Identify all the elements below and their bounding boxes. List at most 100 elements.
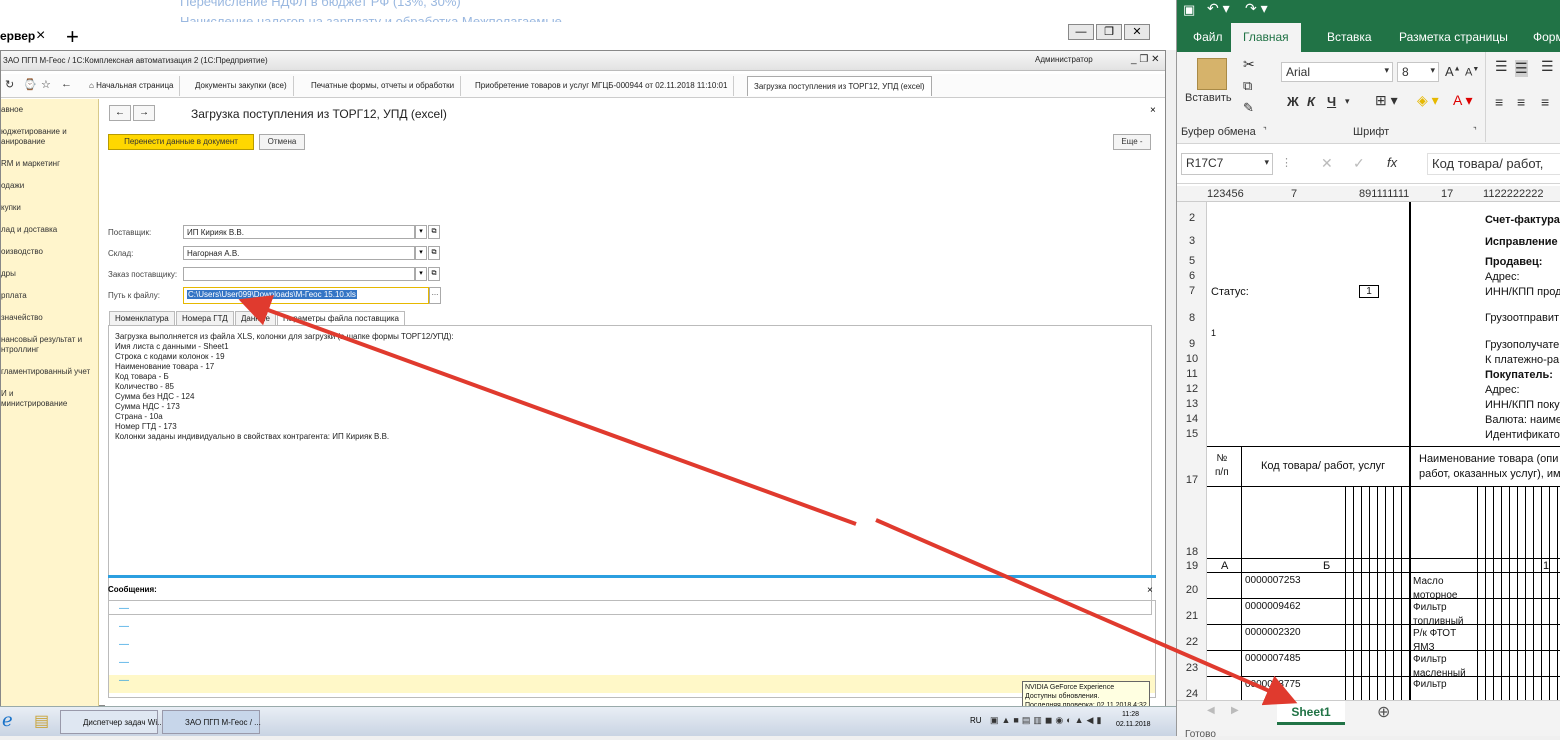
row-hdr[interactable]: 5 — [1177, 255, 1207, 267]
warehouse-dropdown-icon[interactable]: ▾ — [415, 246, 427, 260]
col-hdr-18-27[interactable]: 1122222222 — [1483, 188, 1543, 200]
align-top-icon[interactable]: ☰ — [1495, 58, 1508, 75]
align-middle-icon[interactable]: ☰ — [1515, 60, 1528, 77]
row-hdr[interactable]: 8 — [1177, 312, 1207, 324]
ribbon-tab-formulas[interactable]: Форм — [1533, 30, 1560, 44]
cancel-button[interactable]: Отмена — [259, 134, 305, 150]
language-indicator[interactable]: RU — [970, 716, 982, 725]
name-box[interactable]: R17C7 ▾ — [1181, 153, 1273, 175]
col-code-header[interactable]: Код товара/ работ, услуг — [1261, 460, 1385, 472]
order-dropdown-icon[interactable]: ▾ — [415, 267, 427, 281]
tray-icons[interactable]: ▣▲■▤▥◼◉◐▲◀▮ — [990, 715, 1104, 726]
cell-inn-seller[interactable]: ИНН/КПП прода — [1485, 286, 1560, 298]
close-window-icon[interactable]: ✕ — [1124, 24, 1150, 40]
sidebar-item-purchases[interactable]: купки — [1, 203, 97, 213]
warehouse-open-icon[interactable]: ⧉ — [428, 246, 440, 260]
row-hdr[interactable]: 19 — [1177, 560, 1207, 572]
row-hdr[interactable]: 11 — [1177, 368, 1207, 380]
align-right-icon[interactable]: ≡ — [1541, 94, 1549, 110]
sidebar-item-hr[interactable]: дры — [1, 269, 97, 279]
supplier-dropdown-icon[interactable]: ▾ — [415, 225, 427, 239]
cell-code[interactable]: 0000007485 — [1245, 653, 1301, 664]
align-left-icon[interactable]: ≡ — [1495, 94, 1503, 110]
cell-address[interactable]: Адрес: — [1485, 271, 1520, 283]
row-hdr[interactable]: 21 — [1177, 610, 1207, 622]
cell-status-value[interactable]: 1 — [1359, 285, 1379, 298]
message-item[interactable]: — — [119, 603, 129, 614]
cell-row19-a[interactable]: А — [1221, 560, 1228, 572]
message-item[interactable]: — — [119, 639, 129, 650]
row-hdr[interactable]: 23 — [1177, 662, 1207, 674]
cancel-icon[interactable]: ✕ — [1321, 155, 1333, 172]
cell-address2[interactable]: Адрес: — [1485, 384, 1520, 396]
cut-icon[interactable]: ✂ — [1243, 56, 1255, 73]
cell-name[interactable]: Фильтр — [1413, 679, 1447, 690]
star-icon[interactable]: ☆ — [41, 78, 51, 91]
cell-code[interactable]: 0000009462 — [1245, 601, 1301, 612]
fx-icon[interactable]: fx — [1387, 155, 1397, 170]
paste-label[interactable]: Вставить — [1185, 92, 1232, 104]
add-sheet-icon[interactable]: ⊕ — [1377, 702, 1390, 722]
tab-upload-torg12[interactable]: Загрузка поступления из ТОРГ12, УПД (exc… — [747, 76, 932, 96]
cell-identifier[interactable]: Идентификато — [1485, 429, 1560, 441]
col-hdr-17[interactable]: 17 — [1441, 188, 1453, 200]
sidebar-item-warehouse[interactable]: лад и доставка — [1, 225, 97, 235]
path-field[interactable]: C:\Users\User099\Downloads\М-Геос 15.10.… — [183, 287, 429, 304]
sidebar-item-production[interactable]: оизводство — [1, 247, 97, 257]
maximize-icon[interactable]: ❐ — [1096, 24, 1122, 40]
grow-font-icon[interactable]: A▲ — [1445, 64, 1461, 79]
transfer-button[interactable]: Перенести данные в документ — [108, 134, 254, 150]
sidebar-item-crm[interactable]: RМ и маркетинг — [1, 159, 97, 169]
tab-receipt-doc[interactable]: Приобретение товаров и услуг МГЦБ-000944… — [469, 76, 735, 96]
row-hdr[interactable]: 12 — [1177, 383, 1207, 395]
explorer-icon[interactable]: ▤ — [34, 711, 49, 731]
more-button[interactable]: Еще - — [1113, 134, 1151, 150]
underline-button[interactable]: Ч — [1327, 94, 1336, 109]
redo-icon[interactable]: ↷ ▾ — [1245, 0, 1268, 17]
sheet-next-icon[interactable]: ▶ — [1231, 705, 1239, 716]
fill-color-icon[interactable]: ◈ ▾ — [1417, 92, 1439, 109]
refresh-icon[interactable]: ↻ — [5, 78, 14, 91]
sidebar-item-finance[interactable]: нансовый результат и нтроллинг — [1, 335, 97, 355]
sidebar-item-salary[interactable]: рплата — [1, 291, 97, 301]
subtab-gtd[interactable]: Номера ГТД — [176, 311, 234, 325]
close-tab-icon[interactable]: × — [36, 27, 45, 45]
cell-shipper[interactable]: Грузоотправит — [1485, 312, 1559, 324]
paste-icon[interactable] — [1197, 58, 1227, 90]
row-hdr[interactable]: 10 — [1177, 353, 1207, 365]
shrink-font-icon[interactable]: A▼ — [1465, 66, 1479, 79]
cell-code[interactable]: 0000007253 — [1245, 575, 1301, 586]
font-size-combo[interactable]: 8 ▾ — [1397, 62, 1439, 82]
cell-payment[interactable]: К платежно-ра — [1485, 354, 1559, 366]
italic-button[interactable]: К — [1307, 94, 1315, 109]
browse-icon[interactable]: … — [429, 287, 441, 304]
sheet-prev-icon[interactable]: ◀ — [1207, 705, 1215, 716]
copy-icon[interactable]: ⧉ — [1243, 78, 1252, 94]
row-hdr[interactable]: 18 — [1177, 546, 1207, 558]
cell-code[interactable]: 0000003775 — [1245, 679, 1301, 690]
row-hdr[interactable]: 9 — [1177, 338, 1207, 350]
form-close-icon[interactable]: × — [1150, 105, 1156, 116]
taskbar-task-manager[interactable]: Диспетчер задач Wi... — [60, 710, 164, 734]
cell-row9-mark[interactable]: 1 — [1211, 328, 1216, 338]
tab-print-forms[interactable]: Печатные формы, отчеты и обработки — [305, 76, 462, 96]
order-field[interactable] — [183, 267, 415, 281]
forward-button[interactable]: → — [133, 105, 155, 121]
spreadsheet-grid[interactable]: 123456 7 891111111 17 1122222222 2 3 5 6… — [1177, 186, 1560, 700]
warehouse-field[interactable]: Нагорная А.В. — [183, 246, 415, 260]
cell-code[interactable]: 0000002320 — [1245, 627, 1301, 638]
cell-seller[interactable]: Продавец: — [1485, 256, 1542, 268]
row-hdr[interactable]: 20 — [1177, 584, 1207, 596]
align-bottom-icon[interactable]: ☰ — [1541, 58, 1554, 75]
sidebar-item-treasury[interactable]: значейство — [1, 313, 97, 323]
cell-consignee[interactable]: Грузополучате — [1485, 339, 1559, 351]
window-controls[interactable]: _ ❐ ✕ — [1131, 54, 1159, 65]
message-selected-row[interactable]: — — [109, 675, 1155, 693]
ribbon-tab-home[interactable]: Главная — [1231, 23, 1301, 52]
taskbar-onec[interactable]: ЗАО ПГП М-Геос / ... — [162, 710, 261, 734]
undo-icon[interactable]: ↶ ▾ — [1207, 0, 1230, 17]
row-hdr[interactable]: 17 — [1177, 474, 1207, 486]
sidebar-item-admin[interactable]: И и министрирование — [1, 389, 97, 409]
font-color-icon[interactable]: A ▾ — [1453, 92, 1472, 109]
col-hdr-7[interactable]: 7 — [1291, 188, 1297, 200]
